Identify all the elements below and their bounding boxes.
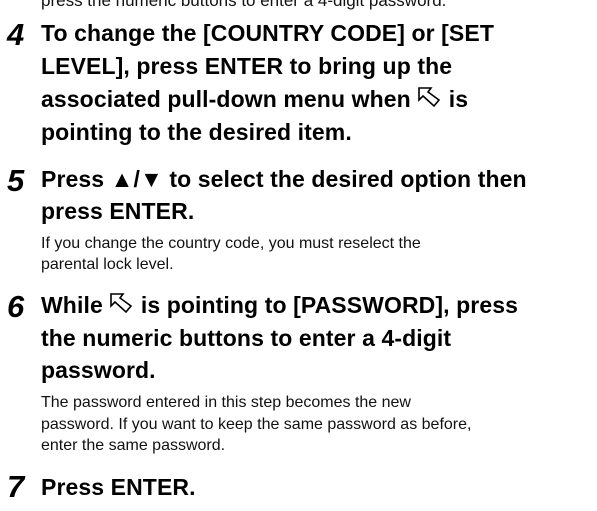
step-5-body-2: parental lock level. — [41, 256, 174, 273]
cut-off-text: press the numeric buttons to enter a 4-d… — [41, 0, 447, 10]
step-4-line-3: associated pull-down menu when is — [41, 84, 468, 114]
step-6-body-3: enter the same password. — [41, 437, 226, 454]
step-4-line-3-b: is — [448, 86, 469, 112]
step-4-line-2: LEVEL], press ENTER to bring up the — [41, 53, 453, 79]
step-6-line-3: password. — [41, 357, 156, 383]
step-number-5: 5 — [7, 163, 25, 198]
step-number-4: 4 — [7, 17, 25, 52]
manual-page: press the numeric buttons to enter a 4-d… — [0, 0, 597, 511]
cursor-pointer-icon — [417, 86, 443, 110]
step-6-line-1-a: While — [41, 292, 103, 318]
step-6-body-2: password. If you want to keep the same p… — [41, 416, 472, 433]
step-7-line-1: Press ENTER. — [41, 474, 196, 500]
step-5-line-2: press ENTER. — [41, 198, 195, 224]
step-6-line-1: While is pointing to [PASSWORD], press — [41, 290, 518, 320]
step-4-line-3-a: associated pull-down menu when — [41, 86, 411, 112]
step-6-line-1-b: is pointing to [PASSWORD], press — [140, 292, 519, 318]
step-number-6: 6 — [7, 289, 25, 324]
step-6-line-2: the numeric buttons to enter a 4-digit — [41, 325, 452, 351]
step-4-line-1: To change the [COUNTRY CODE] or [SET — [41, 20, 494, 46]
step-5-line-1: Press ▲/▼ to select the desired option t… — [41, 166, 527, 192]
step-number-7: 7 — [7, 469, 25, 504]
step-5-body-1: If you change the country code, you must… — [41, 235, 421, 252]
step-4-line-4: pointing to the desired item. — [41, 119, 352, 145]
step-6-body-1: The password entered in this step become… — [41, 394, 411, 411]
cursor-pointer-icon — [109, 292, 135, 316]
